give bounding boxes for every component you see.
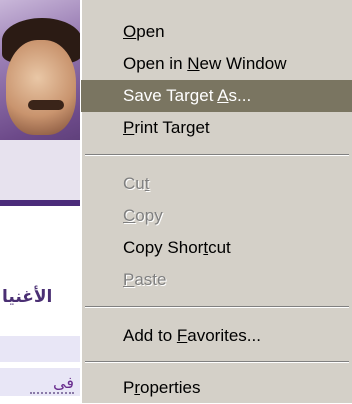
menu-item-label: P: [123, 378, 135, 397]
menu-item-label: Save Target: [123, 86, 218, 105]
context-menu: Open Open in New Window Save Target As..…: [80, 0, 352, 403]
menu-item-accelerator: P: [123, 270, 135, 289]
menu-item-label: aste: [134, 270, 167, 289]
photo-face: [6, 40, 76, 135]
menu-item-accelerator: P: [123, 118, 135, 137]
menu-separator: [85, 361, 349, 363]
menu-separator: [85, 154, 349, 156]
menu-item-label: cut: [208, 238, 231, 257]
menu-item-properties[interactable]: Properties: [81, 372, 352, 404]
menu-item-accelerator: t: [144, 174, 150, 193]
menu-item-accelerator: C: [123, 206, 136, 225]
menu-item-label: Add to: [123, 326, 177, 345]
menu-item-label: Copy Shor: [123, 238, 204, 257]
menu-item-label: rint Target: [134, 118, 210, 137]
menu-item-save-target-as[interactable]: Save Target As...: [81, 80, 352, 112]
menu-item-label: s...: [228, 86, 252, 105]
menu-item-print-target[interactable]: Print Target: [81, 112, 352, 144]
menu-item-label: opy: [135, 206, 163, 225]
photo-mustache: [28, 100, 64, 110]
menu-item-copy[interactable]: Copy: [81, 200, 352, 232]
menu-item-open[interactable]: Open: [81, 16, 352, 48]
menu-item-open-new-window[interactable]: Open in New Window: [81, 48, 352, 80]
background-arabic-link[interactable]: فى: [30, 373, 74, 394]
menu-item-accelerator: F: [176, 326, 188, 345]
menu-item-label: Cu: [123, 174, 145, 193]
background-bar: [0, 336, 90, 362]
menu-item-label: avorites...: [187, 326, 261, 345]
menu-item-cut[interactable]: Cut: [81, 168, 352, 200]
menu-item-label: pen: [136, 22, 165, 41]
menu-item-label: Open in: [123, 54, 188, 73]
menu-item-label: operties: [140, 378, 201, 397]
background-arabic-heading: الأغنيا: [2, 287, 53, 307]
menu-item-label: ew Window: [199, 54, 287, 73]
menu-item-accelerator: O: [123, 22, 137, 41]
menu-item-copy-shortcut[interactable]: Copy Shortcut: [81, 232, 352, 264]
menu-item-accelerator: N: [187, 54, 200, 73]
menu-item-accelerator: A: [217, 86, 229, 105]
menu-item-paste[interactable]: Paste: [81, 264, 352, 296]
menu-separator: [85, 306, 349, 308]
menu-item-add-to-favorites[interactable]: Add to Favorites...: [81, 320, 352, 352]
